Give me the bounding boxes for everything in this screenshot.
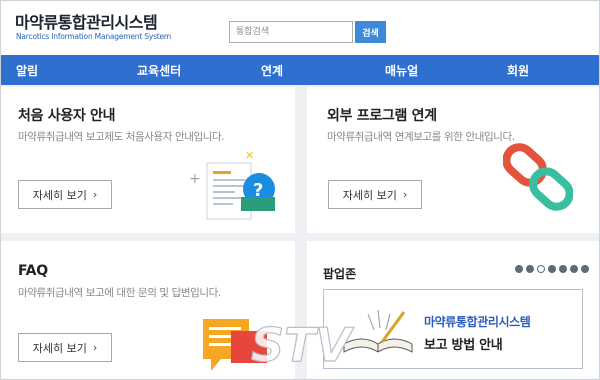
stv-watermark-logo: STV (250, 317, 355, 372)
watermark-text: STV (251, 318, 355, 372)
page-frame: 마약류통합관리시스템 Narcotics Information Managem… (0, 0, 600, 380)
